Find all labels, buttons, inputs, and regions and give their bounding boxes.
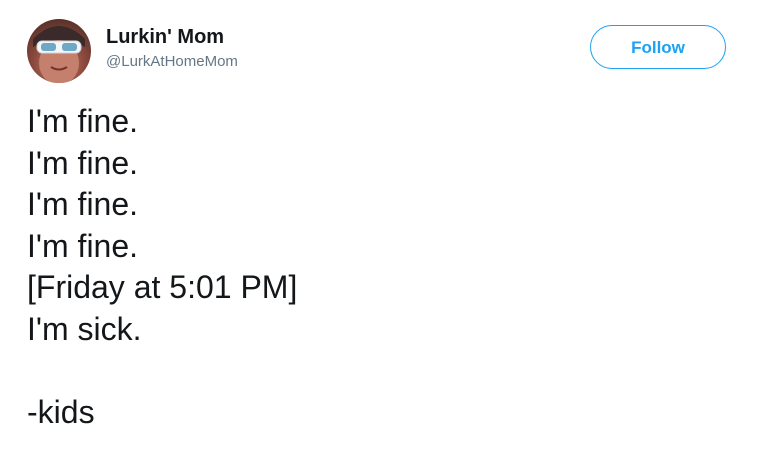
tweet-line: I'm fine. xyxy=(27,186,139,222)
tweet-line: I'm sick. xyxy=(27,310,142,347)
tweet-text: I'm fine. I'm fine. I'm fine. I'm fine. … xyxy=(27,101,297,433)
author-handle[interactable]: @LurkAtHomeMom xyxy=(106,52,238,72)
tweet-line: I'm fine. xyxy=(27,144,139,181)
tweet-line: -kids xyxy=(27,393,95,430)
tweet-card: Lurkin' Mom @LurkAtHomeMom Follow I'm fi… xyxy=(0,0,778,450)
avatar[interactable] xyxy=(27,19,91,83)
follow-button[interactable]: Follow xyxy=(590,25,726,69)
tweet-line: [Friday at 5:01 PM] xyxy=(27,269,298,305)
author-info: Lurkin' Mom @LurkAtHomeMom xyxy=(106,25,238,72)
author-display-name[interactable]: Lurkin' Mom xyxy=(106,25,238,49)
tweet-line: I'm fine. xyxy=(27,227,139,264)
tweet-line: I'm fine. xyxy=(27,103,139,139)
avatar-image xyxy=(33,26,85,83)
